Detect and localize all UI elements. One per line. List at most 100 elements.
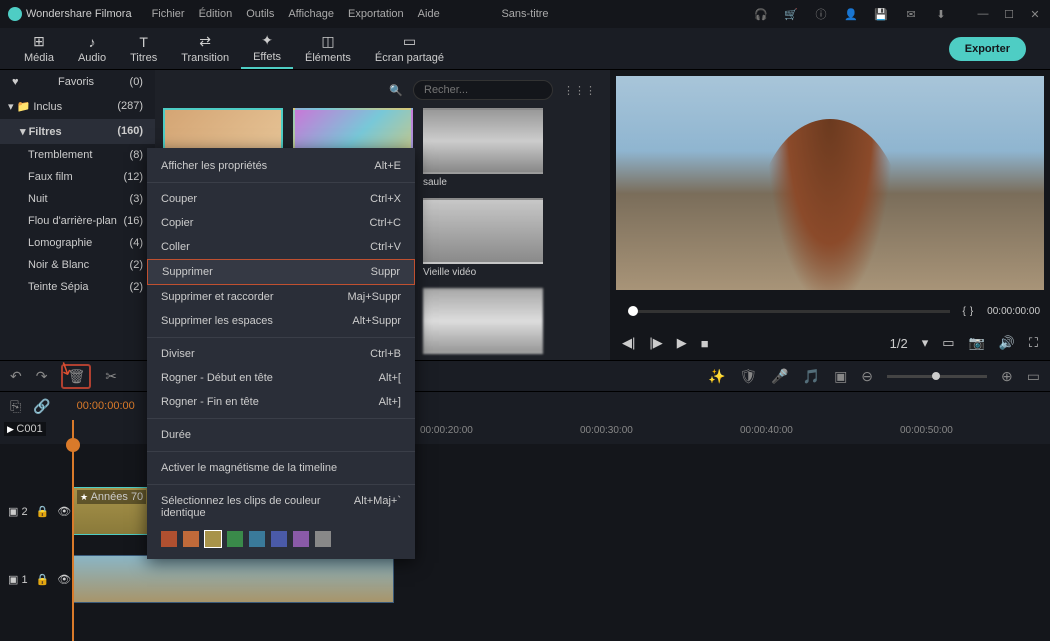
title-icons: 🎧 🛒 ⓘ 👤 💾 ✉ ⬇ — ☐ ✕ [754,7,1042,21]
titlebar: Wondershare Filmora Fichier Édition Outi… [0,0,1050,28]
sidebar-nuit[interactable]: Nuit(3) [0,188,155,210]
menu-edit[interactable]: Édition [199,8,233,20]
play-icon[interactable]: ▶ [677,335,687,351]
preview-slider[interactable] [628,310,950,313]
clip-video[interactable]: ▶ C001 [72,555,394,603]
app-name: Wondershare Filmora [26,8,132,20]
sidebar-flou[interactable]: Flou d'arrière-plan(16) [0,210,155,232]
sidebar-inclus[interactable]: ▾ 📁 Inclus(287) [0,94,155,119]
color-swatch[interactable] [293,531,309,547]
zoom-out-icon[interactable]: ⊖ [861,368,873,385]
transition-icon: ⇄ [199,33,211,50]
tab-media[interactable]: ⊞Média [12,29,66,68]
ctx-paste: CollerCtrl+V [147,235,415,259]
music-icon[interactable]: 🎵 [803,368,820,385]
mail-icon[interactable]: ✉ [904,7,918,21]
save-icon[interactable]: 💾 [874,7,888,21]
step-back-icon[interactable]: |▶ [649,335,662,351]
effects-sidebar: Favoris(0) ▾ 📁 Inclus(287) ▾ Filtres(160… [0,70,155,360]
ctx-ripple-delete[interactable]: Supprimer et raccorderMaj+Suppr [147,285,415,309]
color-swatch[interactable] [271,531,287,547]
fit-icon[interactable]: ▭ [1027,368,1040,385]
snapshot-icon[interactable]: 📷 [969,335,985,351]
info-icon[interactable]: ⓘ [814,7,828,21]
redo-icon[interactable]: ↷ [36,368,48,385]
ctx-cut[interactable]: CouperCtrl+X [147,187,415,211]
project-title: Sans-titre [501,8,548,20]
media-icon: ⊞ [33,33,45,50]
lock-icon[interactable]: 🔒 [36,573,50,586]
fullscreen-icon[interactable]: ⛶ [1029,335,1038,351]
tab-elements[interactable]: ◫Éléments [293,29,363,68]
enhance-icon[interactable]: ✨ [708,368,725,385]
export-button[interactable]: Exporter [949,37,1026,61]
tab-splitscreen[interactable]: ▭Écran partagé [363,29,456,68]
stop-icon[interactable]: ■ [701,336,709,351]
user-icon[interactable]: 👤 [844,7,858,21]
link-icon[interactable]: 🔗 [33,398,50,415]
color-swatch[interactable] [227,531,243,547]
cart-icon[interactable]: 🛒 [784,7,798,21]
shield-icon[interactable]: 🛡 [739,368,757,385]
ctx-select-same-color[interactable]: Sélectionnez les clips de couleur identi… [147,489,415,525]
timeline-main-tc: 00:00:00:00 [77,400,135,412]
cut-icon[interactable]: ✂ [105,368,117,385]
download-icon[interactable]: ⬇ [934,7,948,21]
sidebar-tremblement[interactable]: Tremblement(8) [0,144,155,166]
lock-icon[interactable]: 🔒 [36,505,50,518]
tab-audio[interactable]: ♪Audio [66,30,118,68]
menu-export[interactable]: Exportation [348,8,404,20]
color-swatch[interactable] [205,531,221,547]
sidebar-filtres[interactable]: ▾ Filtres(160) [0,119,155,144]
sidebar-lomo[interactable]: Lomographie(4) [0,232,155,254]
tab-transition[interactable]: ⇄Transition [169,29,241,68]
ctx-delete[interactable]: SupprimerSuppr [147,259,415,285]
eye-icon[interactable]: 👁 [57,573,71,586]
color-swatch[interactable] [183,531,199,547]
tab-titles[interactable]: TTitres [118,30,169,68]
ctx-copy[interactable]: CopierCtrl+C [147,211,415,235]
sidebar-nb[interactable]: Noir & Blanc(2) [0,254,155,276]
clip-effect[interactable]: ★ Années 70 [72,487,148,535]
menu-view[interactable]: Affichage [288,8,334,20]
menu-help[interactable]: Aide [418,8,440,20]
ctx-properties[interactable]: Afficher les propriétésAlt+E [147,154,415,178]
ctx-duration[interactable]: Durée [147,423,415,447]
grid-view-icon[interactable]: ⋮⋮⋮ [563,84,596,97]
zoom-slider[interactable] [887,375,987,378]
preview-video[interactable] [616,76,1044,290]
color-swatch[interactable] [249,531,265,547]
maximize-icon[interactable]: ☐ [1002,7,1016,21]
menu-file[interactable]: Fichier [152,8,185,20]
zoom-ratio[interactable]: 1/2 [890,336,908,351]
effects-icon: ✦ [261,32,273,49]
sidebar-sepia[interactable]: Teinte Sépia(2) [0,276,155,298]
thumb-5[interactable] [423,288,543,354]
headphone-icon[interactable]: 🎧 [754,7,768,21]
context-menu: Afficher les propriétésAlt+E CouperCtrl+… [147,148,415,559]
crop-icon[interactable]: ▣ [834,368,847,385]
search-input[interactable] [413,80,553,100]
zoom-in-icon[interactable]: ⊕ [1001,368,1013,385]
quality-icon[interactable]: ▭ [942,335,954,351]
thumb-saule[interactable]: saule [423,108,543,188]
sidebar-fauxfilm[interactable]: Faux film(12) [0,166,155,188]
chevron-down-icon[interactable]: ▾ [922,335,929,351]
sidebar-favoris[interactable]: Favoris(0) [0,70,155,94]
mic-icon[interactable]: 🎤 [771,368,788,385]
ctx-snap[interactable]: Activer le magnétisme de la timeline [147,456,415,480]
volume-icon[interactable]: 🔊 [999,335,1015,351]
preview-timecode: 00:00:00:00 [987,306,1040,317]
undo-icon[interactable]: ↶ [10,368,22,385]
playhead[interactable] [72,420,74,641]
tab-effects[interactable]: ✦Effets [241,28,293,69]
menu-tools[interactable]: Outils [246,8,274,20]
thumb-vieille[interactable]: Vieille vidéo [423,198,543,278]
color-swatch[interactable] [161,531,177,547]
close-icon[interactable]: ✕ [1028,7,1042,21]
copy-icon[interactable]: ⎘ [10,398,21,415]
color-swatch[interactable] [315,531,331,547]
minimize-icon[interactable]: — [976,7,990,21]
eye-icon[interactable]: 👁 [57,505,71,518]
prev-frame-icon[interactable]: ◀| [622,335,635,351]
